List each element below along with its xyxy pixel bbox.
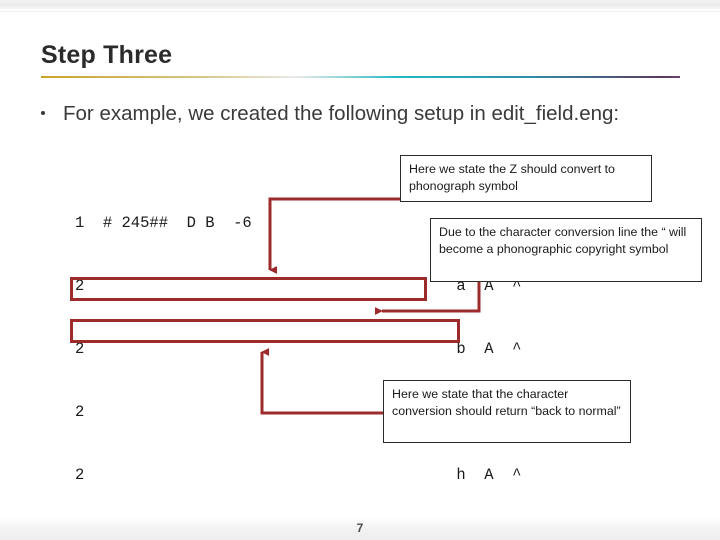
- title-divider: [41, 76, 680, 78]
- callout-box-back-to-normal: Here we state that the character convers…: [383, 380, 631, 443]
- callout-box-z-conversion: Here we state the Z should convert to ph…: [400, 155, 652, 202]
- callout-box-copyright-symbol: Due to the character conversion line the…: [430, 218, 702, 282]
- bullet-text: For example, we created the following se…: [63, 102, 620, 125]
- code-line: 2 h A ^: [75, 466, 522, 484]
- bullet-dot-icon: [41, 111, 45, 115]
- page-title: Step Three: [41, 41, 173, 69]
- highlight-box-yoel-conversion: [70, 277, 427, 301]
- page-number: 7: [356, 521, 364, 535]
- window-top-strip: [0, 0, 720, 9]
- window-top-divider: [0, 9, 720, 12]
- highlight-box-8859-conversion: [70, 319, 460, 343]
- slide-canvas: Step Three For example, we created the f…: [0, 0, 720, 540]
